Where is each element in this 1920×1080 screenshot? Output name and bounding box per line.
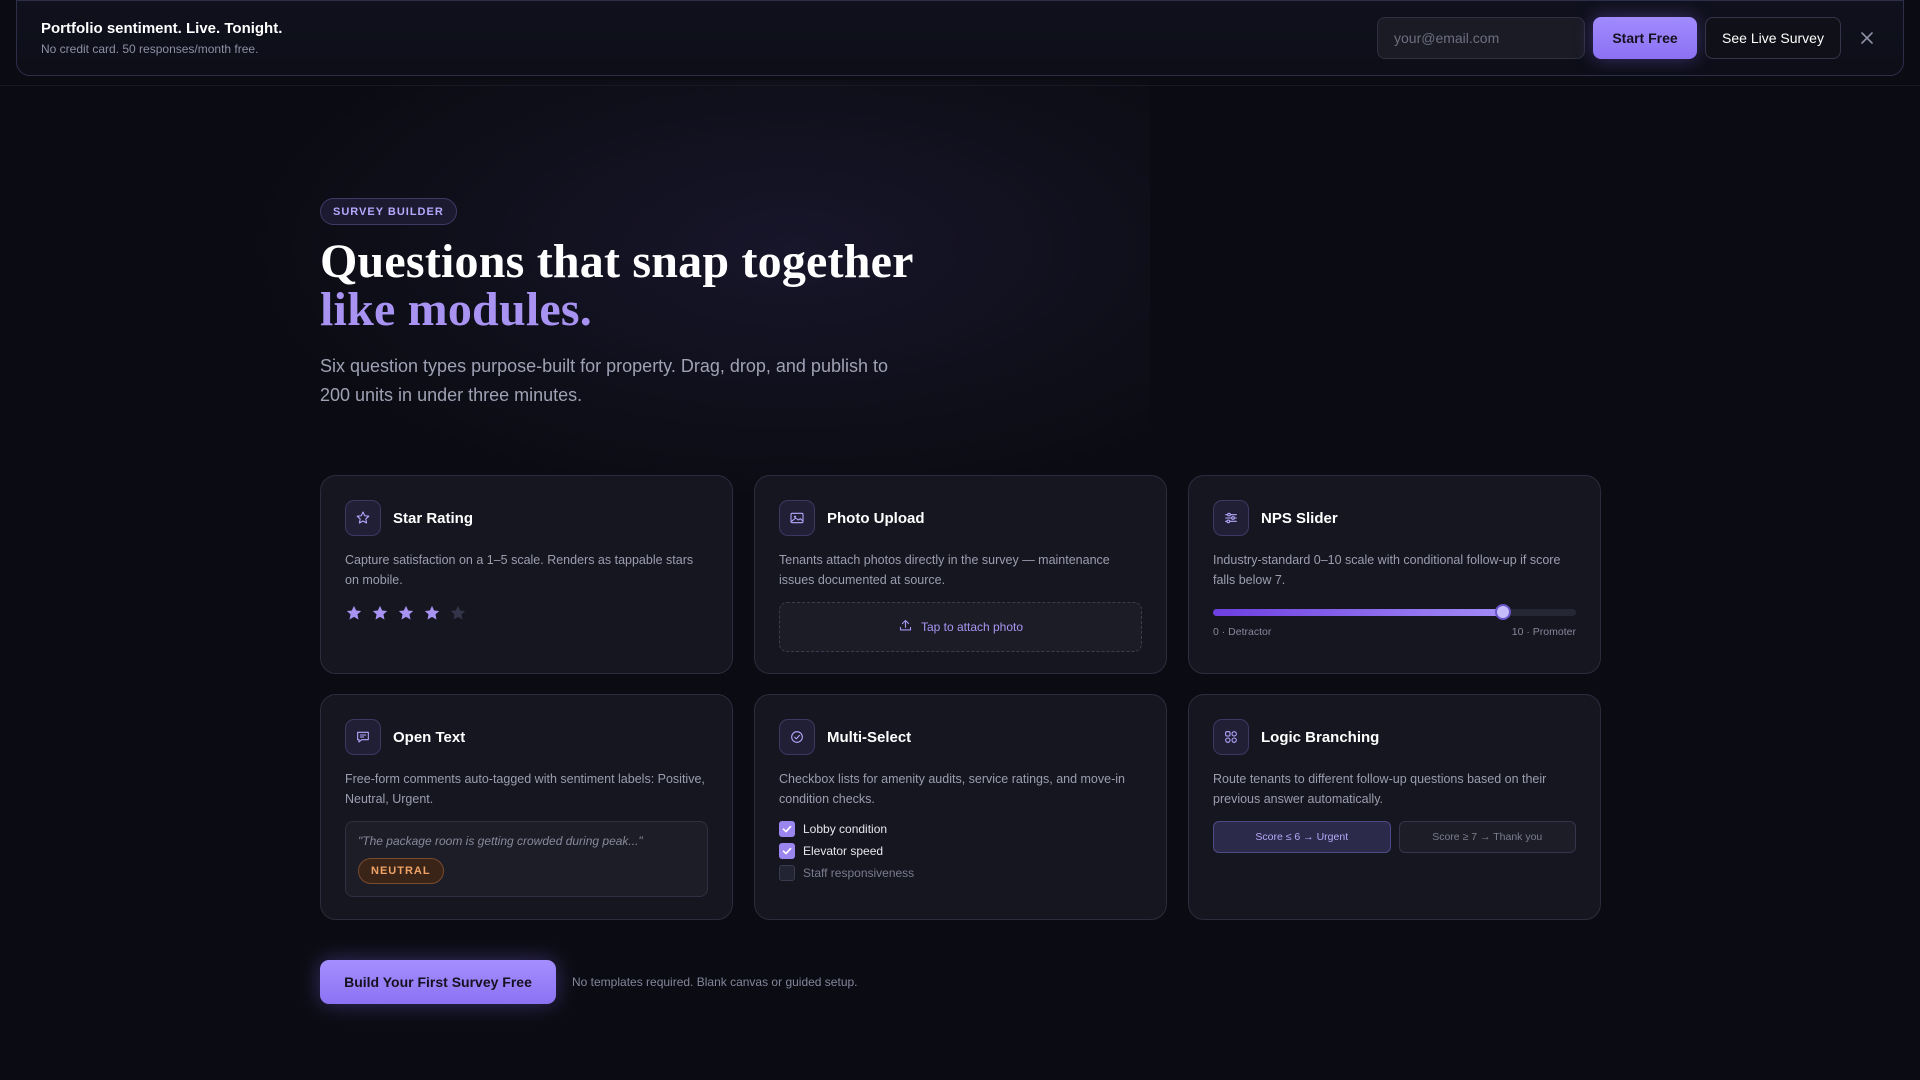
start-free-button[interactable]: Start Free xyxy=(1593,17,1697,59)
card-description: Free-form comments auto-tagged with sent… xyxy=(345,772,705,806)
card-description: Route tenants to different follow-up que… xyxy=(1213,772,1547,806)
chat-icon xyxy=(345,719,381,755)
checklist-option[interactable]: Staff responsiveness xyxy=(779,865,1142,881)
card-title: Photo Upload xyxy=(827,509,925,527)
checklist-option[interactable]: Elevator speed xyxy=(779,843,1142,859)
checklist-option[interactable]: Lobby condition xyxy=(779,821,1142,837)
checkbox-unchecked[interactable] xyxy=(779,865,795,881)
star-filled-icon[interactable] xyxy=(371,604,389,622)
header-divider xyxy=(0,85,1920,86)
promo-banner: Portfolio sentiment. Live. Tonight. No c… xyxy=(16,0,1904,76)
build-survey-button[interactable]: Build Your First Survey Free xyxy=(320,960,556,1004)
branch-urgent[interactable]: Score ≤ 6 → Urgent xyxy=(1213,821,1391,853)
star-icon xyxy=(345,500,381,536)
card-photo-upload[interactable]: Photo Upload Tenants attach photos direc… xyxy=(754,475,1167,674)
sample-response: "The package room is getting crowded dur… xyxy=(358,834,643,848)
banner-subtitle: No credit card. 50 responses/month free. xyxy=(41,42,259,56)
headline-line-2: like modules. xyxy=(320,283,592,336)
star-filled-icon[interactable] xyxy=(345,604,363,622)
card-description: Tenants attach photos directly in the su… xyxy=(779,553,1110,587)
card-multi-select[interactable]: Multi-Select Checkbox lists for amenity … xyxy=(754,694,1167,920)
upload-label: Tap to attach photo xyxy=(920,620,1024,634)
card-title: Open Text xyxy=(393,728,466,746)
card-open-text[interactable]: Open Text Free-form comments auto-tagged… xyxy=(320,694,733,920)
card-title: Star Rating xyxy=(393,509,474,527)
close-icon[interactable] xyxy=(1855,26,1879,50)
grid-icon xyxy=(1213,719,1249,755)
branch-options: Score ≤ 6 → Urgent Score ≥ 7 → Thank you xyxy=(1213,821,1576,853)
multi-select-preview: Lobby condition Elevator speed Staff respo… xyxy=(779,821,1142,881)
checklist-option-label: Lobby condition xyxy=(803,822,888,836)
card-star-rating[interactable]: Star Rating Capture satisfaction on a 1–… xyxy=(320,475,733,674)
banner-title: Portfolio sentiment. Live. Tonight. xyxy=(41,20,283,37)
branch-thank-you[interactable]: Score ≥ 7 → Thank you xyxy=(1398,821,1576,853)
sliders-icon xyxy=(1213,500,1249,536)
section-badge: SURVEY BUILDER xyxy=(320,198,457,225)
checkbox-checked[interactable] xyxy=(779,843,795,859)
email-input[interactable] xyxy=(1377,17,1585,59)
slider-fill xyxy=(1213,609,1504,616)
page-subtitle: Six question types purpose-built for pro… xyxy=(320,356,888,405)
checklist-option-label: Elevator speed xyxy=(803,844,884,858)
banner-text: Portfolio sentiment. Live. Tonight. No c… xyxy=(41,20,1377,56)
checkmark-icon xyxy=(782,847,792,855)
star-filled-icon[interactable] xyxy=(423,604,441,622)
star-rating-preview[interactable] xyxy=(345,604,708,622)
open-text-preview[interactable]: "The package room is getting crowded dur… xyxy=(345,821,708,897)
cta-note: No templates required. Blank canvas or g… xyxy=(572,975,858,989)
headline-line-1: Questions that snap together xyxy=(320,235,914,288)
checklist-option-label: Staff responsiveness xyxy=(803,866,915,880)
card-nps-slider[interactable]: NPS Slider Industry-standard 0–10 scale … xyxy=(1188,475,1601,674)
image-icon xyxy=(779,500,815,536)
checkbox-checked[interactable] xyxy=(779,821,795,837)
slider-max-label: 10 · Promoter xyxy=(1511,626,1576,638)
upload-icon xyxy=(898,618,913,636)
page-title: Questions that snap together like module… xyxy=(320,238,914,334)
see-live-survey-button[interactable]: See Live Survey xyxy=(1705,17,1841,59)
check-circle-icon xyxy=(779,719,815,755)
slider-labels: 0 · Detractor 10 · Promoter xyxy=(1213,626,1576,638)
card-logic-branching[interactable]: Logic Branching Route tenants to differe… xyxy=(1188,694,1601,920)
sentiment-badge: NEUTRAL xyxy=(358,858,444,884)
card-description: Capture satisfaction on a 1–5 scale. Ren… xyxy=(345,553,694,587)
slider-thumb[interactable] xyxy=(1495,604,1512,620)
card-title: NPS Slider xyxy=(1261,509,1338,527)
photo-upload-dropzone[interactable]: Tap to attach photo xyxy=(779,602,1142,652)
star-filled-icon[interactable] xyxy=(397,604,415,622)
card-title: Multi-Select xyxy=(827,728,912,746)
card-description: Checkbox lists for amenity audits, servi… xyxy=(779,772,1125,806)
nps-slider[interactable] xyxy=(1213,604,1576,620)
star-empty-icon[interactable] xyxy=(449,604,467,622)
slider-min-label: 0 · Detractor xyxy=(1213,626,1272,638)
card-title: Logic Branching xyxy=(1261,728,1380,746)
checkmark-icon xyxy=(782,825,792,833)
card-description: Industry-standard 0–10 scale with condit… xyxy=(1213,553,1561,587)
